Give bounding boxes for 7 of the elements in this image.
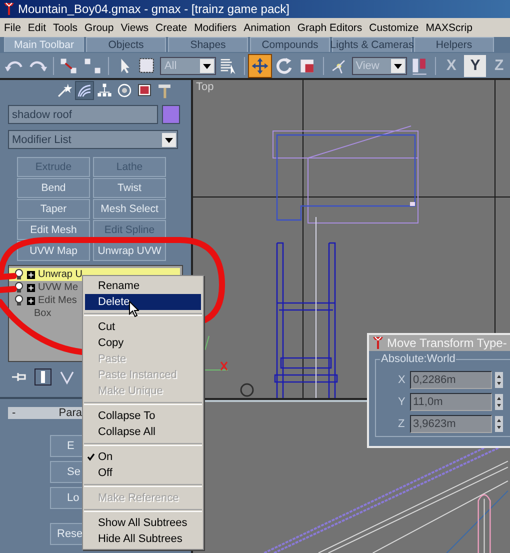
- axis-label: X: [398, 374, 406, 386]
- axis-label: Z: [398, 418, 406, 430]
- dialog-title: Move Transform Type-: [387, 336, 507, 350]
- window-title: Mountain_Boy04.gmax - gmax - [trainz game pack]: [18, 2, 290, 16]
- axis-label: Y: [398, 396, 406, 408]
- group-label: Absolute:World: [380, 353, 456, 365]
- viewport-label: Top: [196, 81, 214, 93]
